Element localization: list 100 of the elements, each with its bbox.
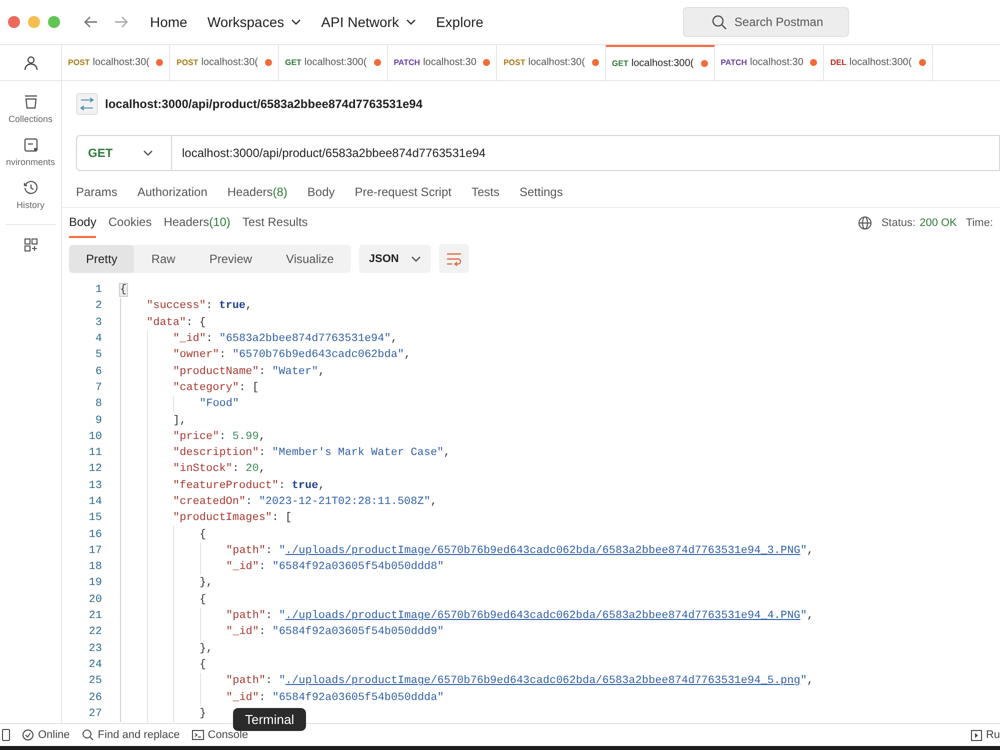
http-icon	[76, 93, 98, 115]
url-field[interactable]: localhost:3000/api/product/6583a2bbee874d7763531e94	[172, 135, 1000, 171]
tab-label: localhost:30(	[92, 57, 150, 68]
code-line: "_id": "6584f92a03605f54b050ddda"	[226, 692, 444, 704]
line-number: 1	[94, 284, 103, 296]
code-line: ",	[800, 675, 814, 688]
search-field[interactable]: Search Postman	[683, 7, 850, 37]
line-number: 25	[88, 675, 103, 688]
nav-menu-item[interactable]: Explore	[436, 14, 484, 30]
request-option-tab[interactable]: Tests	[471, 185, 500, 207]
globe-icon	[858, 216, 872, 230]
line-number: 26	[88, 692, 103, 704]
back-arrow-icon[interactable]	[84, 16, 98, 28]
wrap-icon	[446, 252, 462, 266]
code-line: "path": "	[226, 610, 286, 622]
sidebar-item[interactable]: nvironments	[0, 128, 61, 171]
caret-icon	[406, 19, 416, 25]
play-icon	[970, 730, 982, 740]
code-line: "category": [	[173, 382, 259, 394]
code-line: "featureProduct": true,	[173, 480, 325, 492]
code-line: ",	[800, 544, 814, 557]
forward-arrow-icon[interactable]	[114, 16, 128, 28]
method-label: PATCH	[394, 58, 420, 67]
request-tab[interactable]: DEL localhost:300(	[824, 45, 933, 80]
line-number: 17	[88, 544, 103, 557]
line-number: 2	[94, 300, 103, 312]
method-label: POST	[68, 58, 90, 67]
tooltip: Terminal	[233, 708, 306, 731]
code-line: "description": "Member's Mark Water Case",	[173, 447, 450, 460]
minimize-window-button[interactable]	[28, 16, 40, 28]
status-bar-item[interactable]: Online	[22, 729, 70, 741]
request-tab[interactable]: PATCH localhost:30	[388, 45, 498, 80]
request-option-tab[interactable]: Params	[76, 185, 118, 207]
code-line: {	[200, 528, 206, 541]
code-line: "Food"	[200, 398, 240, 410]
request-tab[interactable]: POST localhost:30(	[170, 45, 279, 80]
request-option-tab[interactable]: Settings	[520, 185, 563, 207]
maximize-window-button[interactable]	[48, 16, 60, 28]
code-line: "createdOn": "2023-12-21T02:28:11.508Z",	[173, 496, 438, 508]
status-value: 200 OK	[920, 217, 957, 229]
request-option-tab[interactable]: Headers(8)	[227, 185, 288, 207]
sidebar-toggle-icon[interactable]	[2, 729, 10, 741]
request-option-tab[interactable]: Body	[307, 185, 335, 207]
request-tab[interactable]: PATCH localhost:30	[714, 45, 824, 80]
line-number: 9	[94, 414, 103, 427]
status-bar-item[interactable]: Find and replace	[82, 729, 180, 741]
line-number: 6	[94, 366, 103, 378]
method-label: PATCH	[720, 58, 748, 67]
line-number: 10	[88, 430, 103, 443]
add-widget-icon	[22, 237, 38, 253]
response-tab[interactable]: Headers(10)	[164, 208, 230, 238]
sidebar-label: History	[16, 200, 44, 210]
line-number: 19	[88, 577, 103, 590]
response-tab[interactable]: Body	[69, 208, 96, 238]
nav-menu-item[interactable]: Workspaces	[207, 14, 302, 30]
line-number: 23	[88, 642, 103, 655]
format-tab[interactable]: Visualize	[269, 244, 351, 272]
sidebar-item[interactable]: History	[0, 171, 61, 214]
caret-icon	[291, 19, 302, 25]
time-label: Time:	[966, 217, 993, 229]
code-line: "productName": "Water",	[173, 366, 325, 378]
request-title: localhost:3000/api/product/6583a2bbee874d7763531e94	[105, 97, 423, 111]
nav-menu-item[interactable]: API Network	[321, 14, 416, 30]
code-line: ],	[173, 414, 186, 427]
method-dropdown[interactable]: GET	[76, 135, 172, 171]
runner-button[interactable]: Ru	[970, 729, 1000, 741]
status-label: Status:	[881, 217, 916, 229]
format-tab[interactable]: Preview	[192, 244, 270, 272]
close-window-button[interactable]	[8, 16, 20, 28]
line-number: 27	[88, 708, 103, 720]
environment-icon	[22, 137, 38, 153]
code-line: "success": true,	[146, 300, 252, 312]
request-tab[interactable]: GET localhost:300(	[278, 45, 388, 80]
code-line: "path": "	[226, 675, 286, 688]
code-line: },	[200, 577, 213, 590]
sidebar-item[interactable]: Collections	[0, 85, 61, 128]
line-number: 8	[94, 398, 103, 410]
request-tab[interactable]: POST localhost:30(	[62, 45, 170, 80]
request-tab[interactable]: GET localhost:300(	[606, 45, 715, 80]
code-line: {	[200, 658, 206, 671]
line-number: 11	[88, 447, 103, 460]
sidebar-label: nvironments	[6, 157, 56, 167]
line-number: 15	[88, 512, 103, 524]
method-label: DEL	[830, 58, 846, 67]
request-option-tab[interactable]: Authorization	[137, 185, 208, 207]
response-tab[interactable]: Test Results	[242, 208, 308, 238]
request-option-tab[interactable]: Pre-request Script	[354, 185, 452, 207]
language-dropdown[interactable]: JSON	[358, 244, 431, 272]
tab-label: localhost:30(	[528, 57, 585, 68]
file-link[interactable]: ./uploads/productImage/6570b76b9ed643cadc062bda/6583a2bbee874d7763531e94_3.PNG	[285, 544, 800, 557]
file-link[interactable]: ./uploads/productImage/6570b76b9ed643cadc062bda/6583a2bbee874d7763531e94_4.PNG	[285, 610, 800, 622]
format-tab[interactable]: Raw	[134, 244, 192, 272]
format-tab[interactable]: Pretty	[69, 244, 134, 272]
line-number: 3	[94, 316, 103, 329]
file-link[interactable]: ./uploads/productImage/6570b76b9ed643cadc062bda/6583a2bbee874d7763531e94_5.png	[285, 675, 800, 688]
status-bar-item[interactable]: Console	[192, 729, 248, 741]
line-number: 5	[94, 349, 103, 362]
nav-menu-item[interactable]: Home	[150, 14, 188, 30]
response-tab[interactable]: Cookies	[108, 208, 152, 238]
wrap-lines-button[interactable]	[438, 244, 469, 273]
